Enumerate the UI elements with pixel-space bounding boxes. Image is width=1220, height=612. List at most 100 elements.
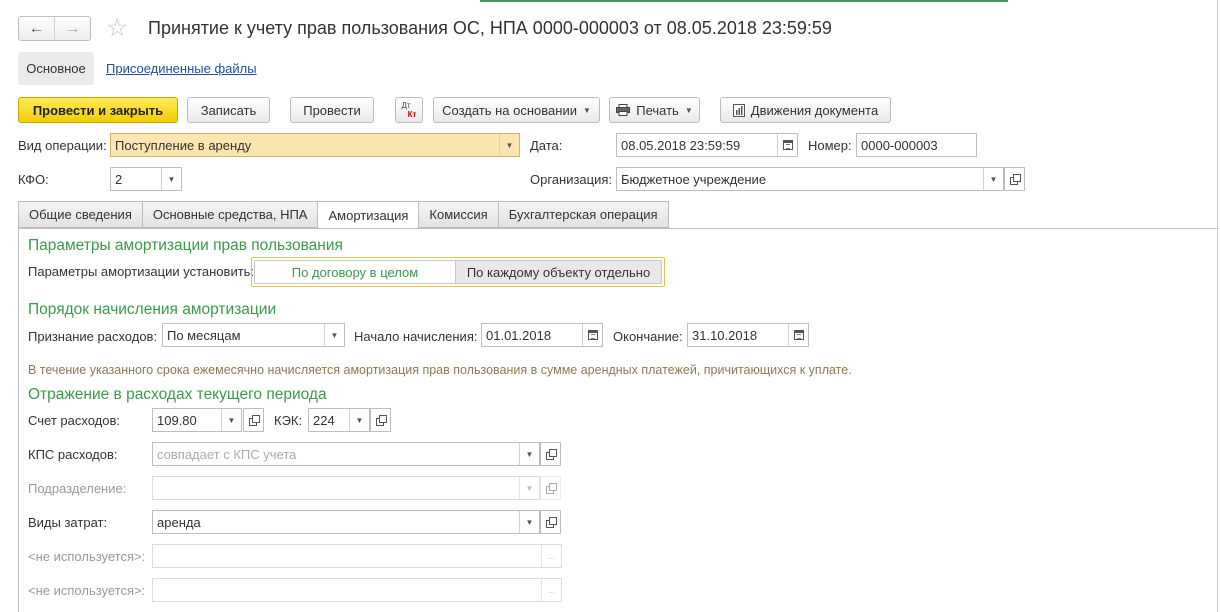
recognition-value: По месяцам (167, 327, 241, 343)
number-label: Номер: (808, 138, 852, 153)
unused-label-1: <не используется>: (28, 549, 146, 564)
option-by-contract[interactable]: По договору в целом (254, 260, 456, 284)
print-label: Печать (636, 102, 679, 118)
post-button[interactable]: Провести (290, 97, 374, 123)
dt-kt-icon-bottom: Кт (407, 110, 417, 119)
cost-type-open-button[interactable] (540, 510, 561, 534)
document-movements-label: Движения документа (750, 102, 879, 118)
calendar-button[interactable] (788, 324, 808, 346)
tab-general[interactable]: Общие сведения (18, 201, 142, 228)
kek-value: 224 (313, 412, 335, 428)
chevron-down-icon[interactable]: ▼ (349, 409, 369, 431)
tab-fixed-assets[interactable]: Основные средства, НПА (141, 201, 318, 228)
calendar-icon (782, 140, 793, 150)
open-icon (545, 483, 557, 494)
date-value: 08.05.2018 23:59:59 (621, 137, 741, 153)
kek-label: КЭК: (274, 413, 303, 428)
unused-label-2: <не используется>: (28, 583, 146, 598)
open-icon (375, 415, 387, 426)
document-tabs: Общие сведения Основные средства, НПА Ам… (18, 201, 669, 229)
kek-open-button[interactable] (370, 408, 391, 432)
tab-attached-files[interactable]: Присоединенные файлы (106, 61, 257, 76)
department-open-button (540, 476, 561, 500)
chevron-down-icon: ▼ (684, 105, 693, 115)
open-icon (545, 517, 557, 528)
open-icon (1009, 174, 1021, 185)
create-based-on-button[interactable]: Создать на основании ▼ (433, 97, 600, 123)
printer-icon (616, 104, 631, 116)
chevron-down-icon[interactable]: ▼ (324, 324, 344, 346)
kps-open-button[interactable] (540, 442, 561, 466)
recognition-field[interactable]: По месяцам ▼ (162, 323, 345, 347)
unused-field-1: ... (152, 544, 562, 568)
kps-field[interactable]: совпадает с КПС учета ▼ (152, 442, 540, 466)
kfo-label: КФО: (18, 172, 49, 187)
date-label: Дата: (530, 138, 563, 153)
kps-label: КПС расходов: (28, 447, 118, 462)
chevron-down-icon[interactable]: ▼ (161, 168, 181, 190)
tab-panel-left-border (18, 228, 19, 612)
create-based-on-label: Создать на основании (442, 102, 577, 118)
recognition-label: Признание расходов: (28, 329, 158, 344)
params-label: Параметры амортизации установить: (28, 264, 255, 279)
calendar-button[interactable] (582, 324, 602, 346)
start-date-value: 01.01.2018 (486, 327, 552, 343)
operation-type-value: Поступление в аренду (115, 137, 252, 153)
calendar-icon (793, 330, 804, 340)
post-and-close-button[interactable]: Провести и закрыть (18, 97, 178, 123)
dt-kt-icon-top: Дт (401, 101, 411, 110)
save-button[interactable]: Записать (187, 97, 270, 123)
print-button[interactable]: Печать ▼ (609, 97, 700, 123)
navigation-buttons: ← → (18, 16, 91, 41)
favorite-star-icon[interactable]: ☆ (106, 14, 128, 42)
chevron-down-icon: ▼ (582, 105, 591, 115)
cost-type-value: аренда (157, 514, 201, 530)
chevron-down-icon[interactable]: ▼ (519, 443, 539, 465)
back-arrow-icon[interactable]: ← (19, 17, 54, 40)
tab-main[interactable]: Основное (18, 52, 94, 85)
department-label: Подразделение: (28, 481, 127, 496)
number-field[interactable]: 0000-000003 (856, 133, 977, 157)
account-label: Счет расходов: (28, 413, 120, 428)
params-toggle: По договору в целом По каждому объекту о… (251, 257, 665, 287)
organization-field[interactable]: Бюджетное учреждение ▼ (616, 167, 1004, 191)
option-by-each-object[interactable]: По каждому объекту отдельно (456, 260, 662, 284)
kek-field[interactable]: 224 ▼ (308, 408, 370, 432)
date-field[interactable]: 08.05.2018 23:59:59 (616, 133, 798, 157)
chevron-down-icon[interactable]: ▼ (983, 168, 1003, 190)
operation-type-label: Вид операции: (18, 138, 107, 153)
forward-arrow-icon[interactable]: → (54, 17, 90, 40)
cost-type-field[interactable]: аренда ▼ (152, 510, 540, 534)
movements-icon (732, 103, 745, 117)
end-date-field[interactable]: 31.10.2018 (687, 323, 809, 347)
dt-kt-button[interactable]: Дт Кт (395, 97, 423, 123)
end-date-value: 31.10.2018 (692, 327, 758, 343)
start-date-field[interactable]: 01.01.2018 (481, 323, 603, 347)
ellipsis-icon: ... (541, 545, 561, 567)
kfo-field[interactable]: 2 ▼ (110, 167, 182, 191)
cost-type-label: Виды затрат: (28, 515, 108, 530)
open-icon (248, 415, 260, 426)
tab-accounting-operation[interactable]: Бухгалтерская операция (497, 201, 669, 228)
account-value: 109.80 (157, 412, 197, 428)
chevron-down-icon: ▼ (519, 477, 539, 499)
unused-field-2: ... (152, 578, 562, 602)
organization-open-button[interactable] (1004, 167, 1025, 191)
chevron-down-icon[interactable]: ▼ (519, 511, 539, 533)
account-open-button[interactable] (243, 408, 264, 432)
organization-label: Организация: (530, 172, 613, 187)
order-section-title: Порядок начисления амортизации (28, 301, 277, 318)
right-border (1217, 0, 1218, 612)
tab-commission[interactable]: Комиссия (418, 201, 498, 228)
account-field[interactable]: 109.80 ▼ (152, 408, 242, 432)
document-movements-button[interactable]: Движения документа (720, 97, 891, 123)
open-icon (545, 449, 557, 460)
amortization-note: В течение указанного срока ежемесячно на… (28, 363, 852, 377)
operation-type-field[interactable]: Поступление в аренду ▼ (110, 133, 520, 157)
chevron-down-icon[interactable]: ▼ (221, 409, 241, 431)
kfo-value: 2 (115, 171, 123, 187)
chevron-down-icon[interactable]: ▼ (499, 134, 519, 156)
department-field: ▼ (152, 476, 540, 500)
tab-amortization[interactable]: Амортизация (317, 201, 419, 229)
calendar-button[interactable] (777, 134, 797, 156)
